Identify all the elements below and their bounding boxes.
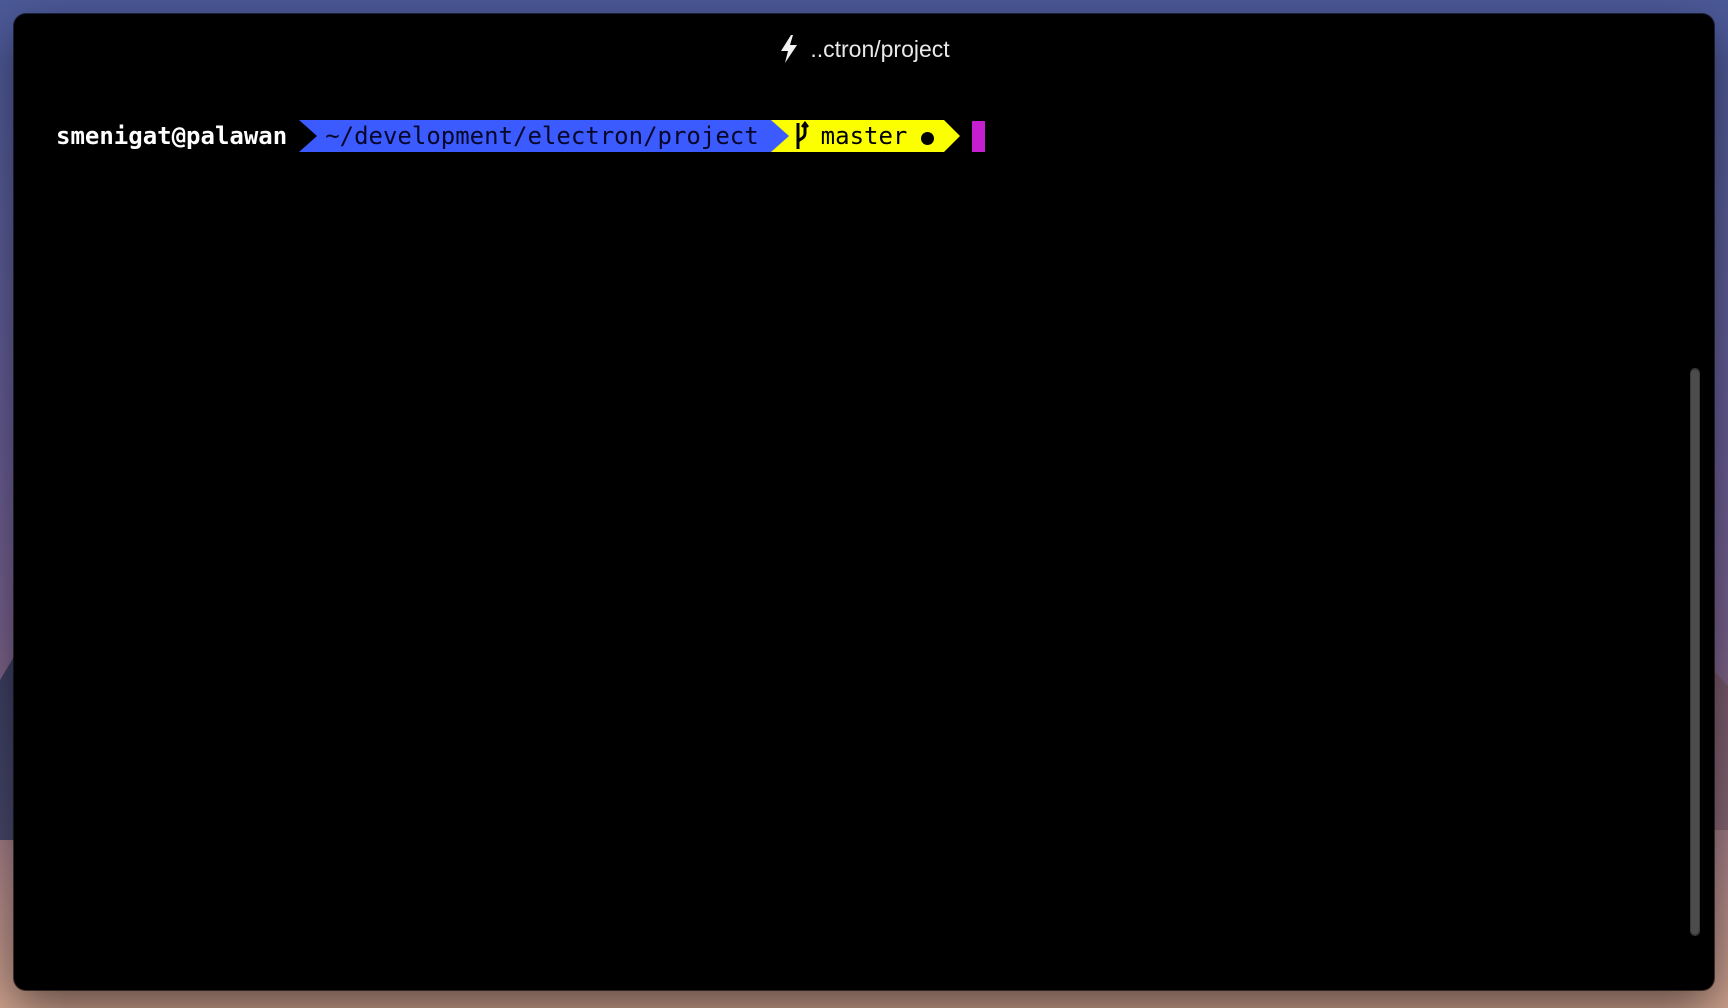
prompt-end-arrow: [944, 120, 961, 152]
git-branch-icon: [793, 120, 811, 151]
dirty-dot-icon: [921, 131, 935, 145]
git-branch-name: master: [820, 122, 908, 150]
terminal-cursor[interactable]: [972, 120, 986, 152]
bolt-icon: [778, 34, 800, 64]
scrollbar-track[interactable]: [1690, 368, 1700, 936]
prompt-user-host-segment: smenigat@palawan: [56, 120, 300, 152]
shell-prompt: smenigat@palawan ~/development/electron/…: [56, 120, 986, 152]
prompt-separator-arrow: [770, 120, 789, 152]
window-title: ..ctron/project: [810, 35, 950, 62]
prompt-path-segment: ~/development/electron/project: [317, 120, 771, 152]
window-titlebar[interactable]: ..ctron/project: [14, 14, 1714, 84]
terminal-window[interactable]: ..ctron/project smenigat@palawan ~/devel…: [14, 14, 1714, 990]
scrollbar-thumb[interactable]: [1691, 370, 1699, 934]
prompt-separator-arrow: [299, 120, 318, 152]
prompt-path: ~/development/electron/project: [325, 122, 759, 150]
prompt-git-segment: master: [788, 120, 945, 152]
prompt-user-host: smenigat@palawan: [56, 122, 288, 150]
